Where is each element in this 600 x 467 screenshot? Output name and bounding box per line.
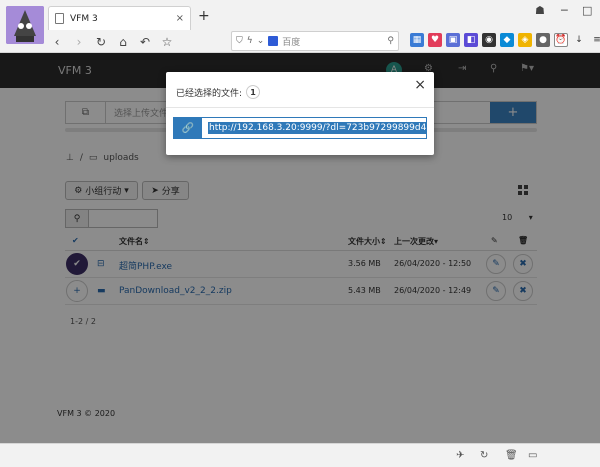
- ghost-icon[interactable]: ◉: [482, 33, 496, 47]
- heart-icon[interactable]: ♥: [428, 33, 442, 47]
- browser-chrome: VFM 3 × + ☗ ─ □ × ‹ › ↻ ⌂ ↶ ☆ ⛉ ϟ ⌄ 百度 ⚲…: [0, 0, 600, 53]
- zoom-icon[interactable]: ▭: [528, 450, 537, 461]
- tab-title: VFM 3: [70, 13, 98, 24]
- shield-icon: ⛉: [236, 36, 243, 46]
- modal-divider: [166, 107, 434, 108]
- maximize-button[interactable]: □: [582, 4, 592, 17]
- modal-close-icon[interactable]: ×: [414, 77, 426, 93]
- selected-count-badge: 1: [246, 85, 261, 99]
- lightning-icon: ϟ: [246, 36, 253, 46]
- share-link-text: http://192.168.3.20:9999/?dl=723b9729989…: [208, 122, 426, 134]
- grid-app-icon[interactable]: ▦: [410, 33, 424, 47]
- pin-icon[interactable]: ◆: [500, 33, 514, 47]
- modal-title: 已经选择的文件: 1: [176, 85, 261, 99]
- share-link-row: 🔗 http://192.168.3.20:9999/?dl=723b97299…: [173, 117, 427, 139]
- settings-icon[interactable]: ●: [536, 33, 550, 47]
- screenshot-icon[interactable]: ▣: [446, 33, 460, 47]
- selected-files-modal: 已经选择的文件: 1 × 🔗 http://192.168.3.20:9999/…: [166, 72, 434, 155]
- refresh-icon[interactable]: ↻: [480, 450, 488, 461]
- tab-close-icon[interactable]: ×: [176, 13, 184, 24]
- menu-icon[interactable]: ≡: [590, 33, 600, 47]
- nav-bar: ‹ › ↻ ⌂ ↶ ☆ ⛉ ϟ ⌄ 百度 ⚲ ▦ ♥ ▣ ◧ ◉ ◆ ◈ ● ⏰…: [48, 30, 600, 53]
- reload-icon[interactable]: ↻: [92, 33, 110, 51]
- search-input[interactable]: 百度: [282, 35, 383, 48]
- alarm-icon[interactable]: ⏰: [554, 33, 568, 47]
- search-icon[interactable]: ⚲: [387, 36, 394, 46]
- forward-icon[interactable]: ›: [70, 33, 88, 51]
- pin-icon[interactable]: ✈: [456, 450, 464, 461]
- bookmark-star-icon[interactable]: ☆: [158, 33, 176, 51]
- share-link-input[interactable]: http://192.168.3.20:9999/?dl=723b9729989…: [202, 118, 426, 138]
- download-icon[interactable]: ↓: [572, 33, 586, 47]
- link-icon[interactable]: 🔗: [174, 118, 202, 138]
- search-box[interactable]: ⛉ ϟ ⌄ 百度 ⚲: [231, 31, 399, 51]
- new-tab-button[interactable]: +: [198, 8, 210, 24]
- skin-icon[interactable]: ☗: [535, 4, 545, 17]
- tab-bar: VFM 3 × + ☗ ─ □ ×: [48, 0, 600, 30]
- browser-tab[interactable]: VFM 3 ×: [48, 6, 191, 30]
- minimize-button[interactable]: ─: [561, 4, 568, 17]
- modal-title-text: 已经选择的文件:: [176, 88, 243, 99]
- status-bar: ✈ ↻ 🗑 ▭: [0, 443, 600, 467]
- undo-icon[interactable]: ↶: [136, 33, 154, 51]
- browser-avatar-icon[interactable]: [6, 6, 44, 44]
- extension-bar: ▦ ♥ ▣ ◧ ◉ ◆ ◈ ● ⏰ ↓ ≡: [410, 33, 600, 47]
- chrome-store-icon[interactable]: ◈: [518, 33, 532, 47]
- back-icon[interactable]: ‹: [48, 33, 66, 51]
- page-icon: [55, 13, 64, 24]
- chevron-down-icon[interactable]: ⌄: [257, 36, 265, 46]
- translate-icon[interactable]: ◧: [464, 33, 478, 47]
- baidu-icon: [268, 36, 279, 46]
- trash-icon[interactable]: 🗑: [505, 450, 518, 461]
- home-icon[interactable]: ⌂: [114, 33, 132, 51]
